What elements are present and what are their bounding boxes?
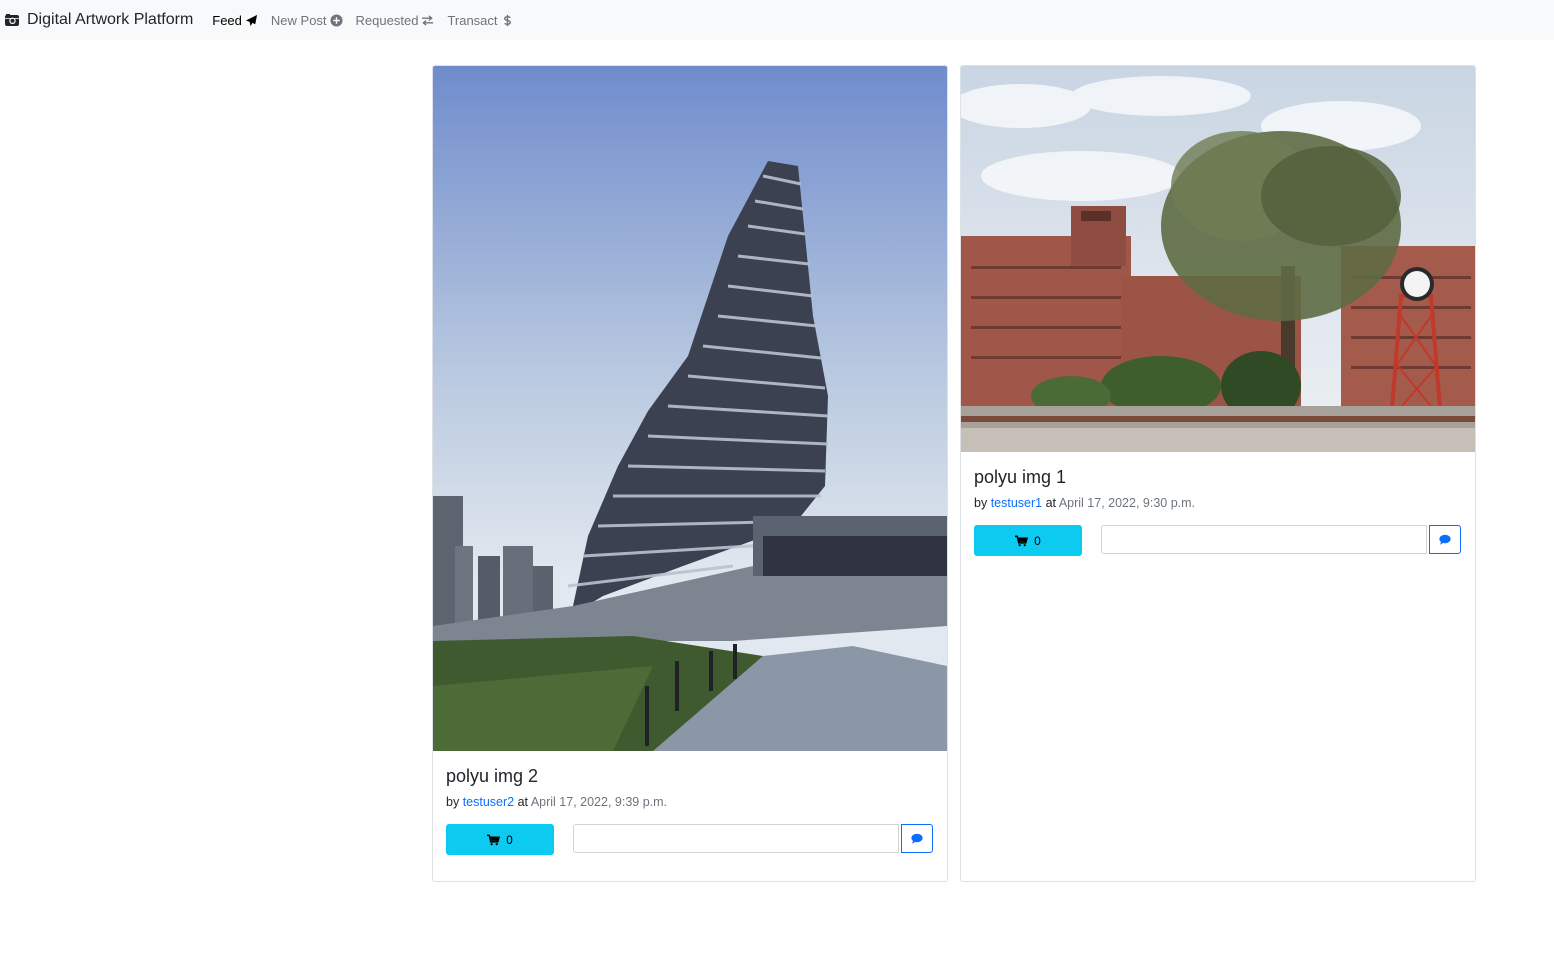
comment-icon: [1439, 534, 1451, 545]
comment-input[interactable]: [573, 824, 899, 853]
post-card: polyu img 1 by testuser1 at April 17, 20…: [960, 65, 1476, 882]
post-date: April 17, 2022, 9:30 p.m.: [1058, 496, 1196, 510]
nav-feed[interactable]: Feed: [212, 13, 258, 28]
camera-retro-icon: [4, 12, 20, 28]
nav-new-post[interactable]: New Post: [271, 13, 343, 28]
post-image[interactable]: [961, 66, 1475, 452]
post-author-link[interactable]: testuser2: [463, 795, 514, 809]
comment-icon: [911, 833, 923, 844]
nav-requested[interactable]: Requested: [356, 13, 435, 28]
dollar-icon: [501, 14, 514, 27]
post-by-label: by: [974, 496, 988, 510]
post-author-link[interactable]: testuser1: [991, 496, 1042, 510]
buy-count: 0: [1034, 533, 1041, 548]
buy-button[interactable]: 0: [446, 824, 554, 855]
navbar: Digital Artwork Platform Feed New Post R…: [0, 0, 1554, 40]
nav-transact-label: Transact: [447, 12, 498, 28]
nav-transact[interactable]: Transact: [447, 13, 513, 28]
cart-icon: [1015, 535, 1029, 546]
post-meta: by testuser1 at April 17, 2022, 9:30 p.m…: [974, 496, 1195, 510]
buy-button[interactable]: 0: [974, 525, 1082, 556]
exchange-arrows-icon: [421, 14, 434, 27]
post-by-label: by: [446, 795, 460, 809]
brand-link[interactable]: Digital Artwork Platform: [4, 11, 193, 29]
nav-new-post-label: New Post: [270, 12, 327, 28]
plus-circle-icon: [330, 13, 343, 27]
comment-input[interactable]: [1101, 525, 1427, 554]
post-title: polyu img 2: [446, 766, 539, 786]
brand-title: Digital Artwork Platform: [27, 11, 194, 28]
post-title: polyu img 1: [974, 467, 1067, 487]
nav-feed-label: Feed: [212, 12, 242, 28]
comment-submit-button[interactable]: [901, 824, 933, 853]
post-image[interactable]: [433, 66, 947, 751]
cart-icon: [487, 834, 501, 845]
buy-count: 0: [506, 832, 513, 847]
comment-submit-button[interactable]: [1429, 525, 1461, 554]
nav-requested-label: Requested: [355, 12, 419, 28]
post-at-label: at: [517, 795, 529, 809]
post-card: polyu img 2 by testuser2 at April 17, 20…: [432, 65, 948, 882]
paper-plane-icon: [245, 14, 258, 27]
post-date: April 17, 2022, 9:39 p.m.: [530, 795, 668, 809]
post-meta: by testuser2 at April 17, 2022, 9:39 p.m…: [446, 795, 667, 809]
post-at-label: at: [1045, 496, 1057, 510]
